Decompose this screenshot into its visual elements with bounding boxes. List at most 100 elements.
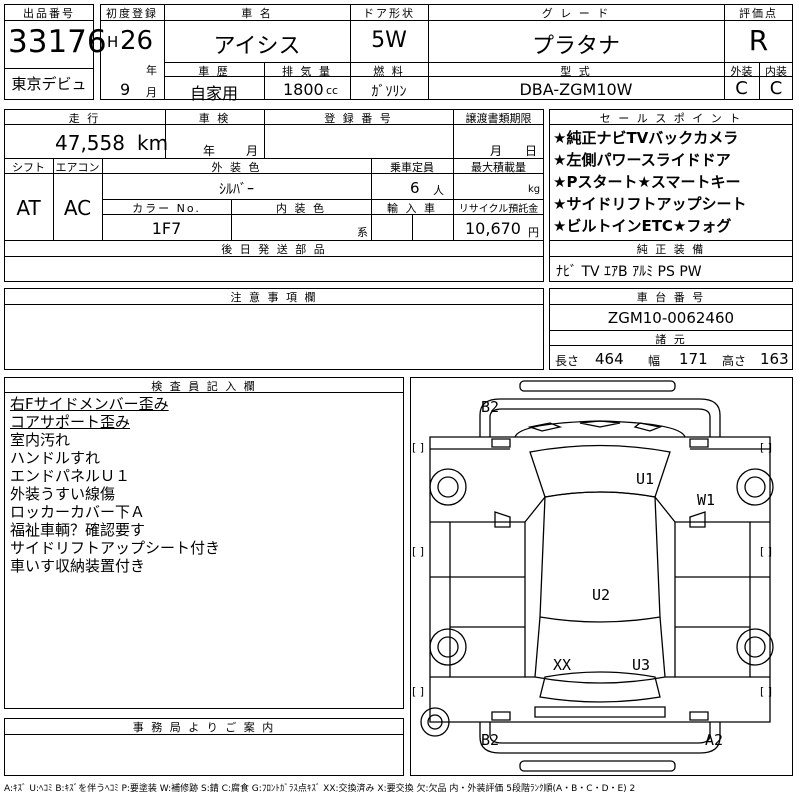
damage-mark: B2 bbox=[481, 731, 500, 749]
damage-mark: U3 bbox=[632, 656, 651, 674]
bracket-mark: [ ] bbox=[412, 441, 425, 454]
bracket-mark: [ ] bbox=[760, 441, 773, 454]
damage-mark: B2 bbox=[481, 398, 500, 416]
registration-year: 26 bbox=[120, 26, 154, 56]
color-label: 外 装 色 bbox=[211, 161, 262, 174]
interior-color-label: 内 装 色 bbox=[276, 202, 326, 215]
transfer-month-unit: 月 bbox=[490, 144, 503, 158]
plate-label: 登 録 番 号 bbox=[324, 112, 393, 125]
color-number: 1F7 bbox=[151, 219, 182, 238]
interior-grade: C bbox=[769, 78, 783, 99]
inspection-label: 車 検 bbox=[198, 112, 231, 125]
damage-mark: U2 bbox=[592, 586, 611, 604]
history: 自家用 bbox=[189, 84, 238, 103]
later-parts-label: 後 日 発 送 部 品 bbox=[221, 243, 327, 256]
capacity-unit: 人 bbox=[433, 184, 444, 197]
width: 171 bbox=[679, 350, 708, 368]
model-code: DBA-ZGM10W bbox=[519, 80, 633, 99]
sales-points-label: セ ー ル ス ポ イ ン ト bbox=[599, 112, 743, 125]
office-label: 事 務 局 よ り ご 案 内 bbox=[132, 721, 276, 734]
chassis-label: 車 台 番 号 bbox=[636, 291, 706, 304]
front-bumper bbox=[479, 398, 721, 437]
left-doors bbox=[449, 521, 526, 678]
era: H bbox=[107, 33, 119, 51]
damage-legend: A:ｷｽﾞ U:ﾍｺﾐ B:ｷｽﾞを伴うﾍｺﾐ P:要塗装 W:補修跡 S:錆 … bbox=[4, 784, 636, 794]
car-name-label: 車 名 bbox=[241, 7, 273, 20]
score-label: 評価点 bbox=[739, 7, 778, 20]
notes-label: 注 意 事 項 欄 bbox=[230, 291, 318, 304]
grade: プラタナ bbox=[531, 34, 620, 59]
grade-label: グ レ ー ド bbox=[541, 7, 611, 20]
width-label: 幅 bbox=[648, 354, 661, 368]
registration-month: 9 bbox=[120, 80, 131, 99]
remark-item: 車いす収納装置付き bbox=[10, 557, 146, 575]
remark-item: 外装うすい線傷 bbox=[10, 485, 116, 503]
inspector-remarks: 右Fサイドメンバー歪み コアサポート歪み 室内汚れ ハンドルすれ エンドパネルＵ… bbox=[10, 395, 220, 575]
damage-mark: U1 bbox=[636, 470, 655, 488]
front-right-wheel bbox=[736, 468, 774, 506]
transfer-deadline-label: 譲渡書類期限 bbox=[465, 112, 532, 125]
model-code-label: 型 式 bbox=[560, 65, 592, 78]
fuel: ｶﾞｿﾘﾝ bbox=[371, 84, 407, 100]
recycle-label: リサイクル預託金 bbox=[458, 204, 539, 215]
ac: AC bbox=[63, 196, 92, 220]
capacity: 6 bbox=[410, 179, 420, 197]
body-outline bbox=[429, 436, 771, 723]
damage-mark: W1 bbox=[697, 491, 716, 509]
transfer-day-unit: 日 bbox=[525, 144, 538, 158]
remark-item: コアサポート歪み bbox=[10, 413, 131, 431]
damage-mark: XX bbox=[553, 656, 572, 674]
front-left-wheel bbox=[429, 468, 467, 506]
mileage-label: 走 行 bbox=[68, 112, 101, 125]
car-name: アイシス bbox=[213, 34, 301, 59]
recycle-unit: 円 bbox=[528, 226, 539, 239]
load-unit: kg bbox=[528, 184, 541, 195]
recycle-amount: 10,670 bbox=[465, 219, 521, 238]
displacement-label: 排 気 量 bbox=[282, 65, 332, 78]
chassis-number: ZGM10-0062460 bbox=[607, 309, 735, 327]
ac-label: エアコン bbox=[55, 161, 100, 174]
remark-item: エンドパネルＵ１ bbox=[10, 467, 131, 485]
bracket-mark: [ ] bbox=[760, 545, 773, 558]
remark-item: 室内汚れ bbox=[10, 431, 71, 449]
shift-label: シフト bbox=[12, 161, 45, 174]
rear-window bbox=[539, 671, 661, 703]
dimensions-label: 諸 元 bbox=[655, 333, 687, 346]
damage-mark: A2 bbox=[705, 731, 724, 749]
load-label: 最大積載量 bbox=[471, 161, 526, 174]
sales-points-list: ★純正ナビTVバックカメラ ★左側パワースライドドア ★Pスタート★スマートキー… bbox=[553, 127, 746, 237]
inspection-year-unit: 年 bbox=[203, 144, 216, 158]
color: ｼﾙﾊﾞｰ bbox=[219, 182, 254, 198]
lot-number: 33176 bbox=[8, 24, 107, 60]
rear-edge bbox=[519, 760, 676, 772]
mileage: 47,558 bbox=[55, 131, 125, 155]
sales-point-item: ★左側パワースライドドア bbox=[553, 151, 731, 169]
displacement-unit: cc bbox=[326, 84, 339, 97]
equipment-value: ﾅﾋﾞ TV ｴｱB ｱﾙﾐ PS PW bbox=[556, 264, 702, 280]
capacity-label: 乗車定員 bbox=[390, 161, 434, 174]
equipment-label: 純 正 装 備 bbox=[636, 243, 706, 256]
rear-right-wheel bbox=[736, 628, 774, 666]
length-label: 長さ bbox=[555, 354, 580, 368]
remark-item: ロッカーカバー下Ａ bbox=[10, 503, 146, 521]
door-label: ドア形状 bbox=[363, 7, 415, 20]
first-registration-label: 初度登録 bbox=[106, 7, 158, 20]
import-label: 輸 入 車 bbox=[387, 202, 437, 215]
bracket-mark: [ ] bbox=[412, 685, 425, 698]
interior-grade-label: 内装 bbox=[765, 65, 787, 78]
remark-item: サイドリフトアップシート付き bbox=[10, 539, 221, 557]
history-label: 車 歴 bbox=[198, 65, 230, 78]
mileage-unit: km bbox=[137, 131, 169, 155]
car-body-diagram bbox=[420, 380, 774, 772]
interior-color-unit: 系 bbox=[357, 226, 368, 239]
bracket-mark: [ ] bbox=[760, 685, 773, 698]
registration-year-unit: 年 bbox=[146, 64, 157, 77]
sales-point-item: ★ビルトインETC★フォグ bbox=[553, 217, 732, 235]
length: 464 bbox=[595, 350, 624, 368]
remark-item: 福祉車輌？確認要す bbox=[10, 521, 146, 539]
height-label: 高さ bbox=[722, 354, 747, 368]
hood bbox=[514, 420, 686, 438]
exterior-grade-label: 外装 bbox=[730, 65, 753, 78]
displacement: 1800 bbox=[283, 80, 324, 99]
front-edge bbox=[519, 380, 676, 392]
